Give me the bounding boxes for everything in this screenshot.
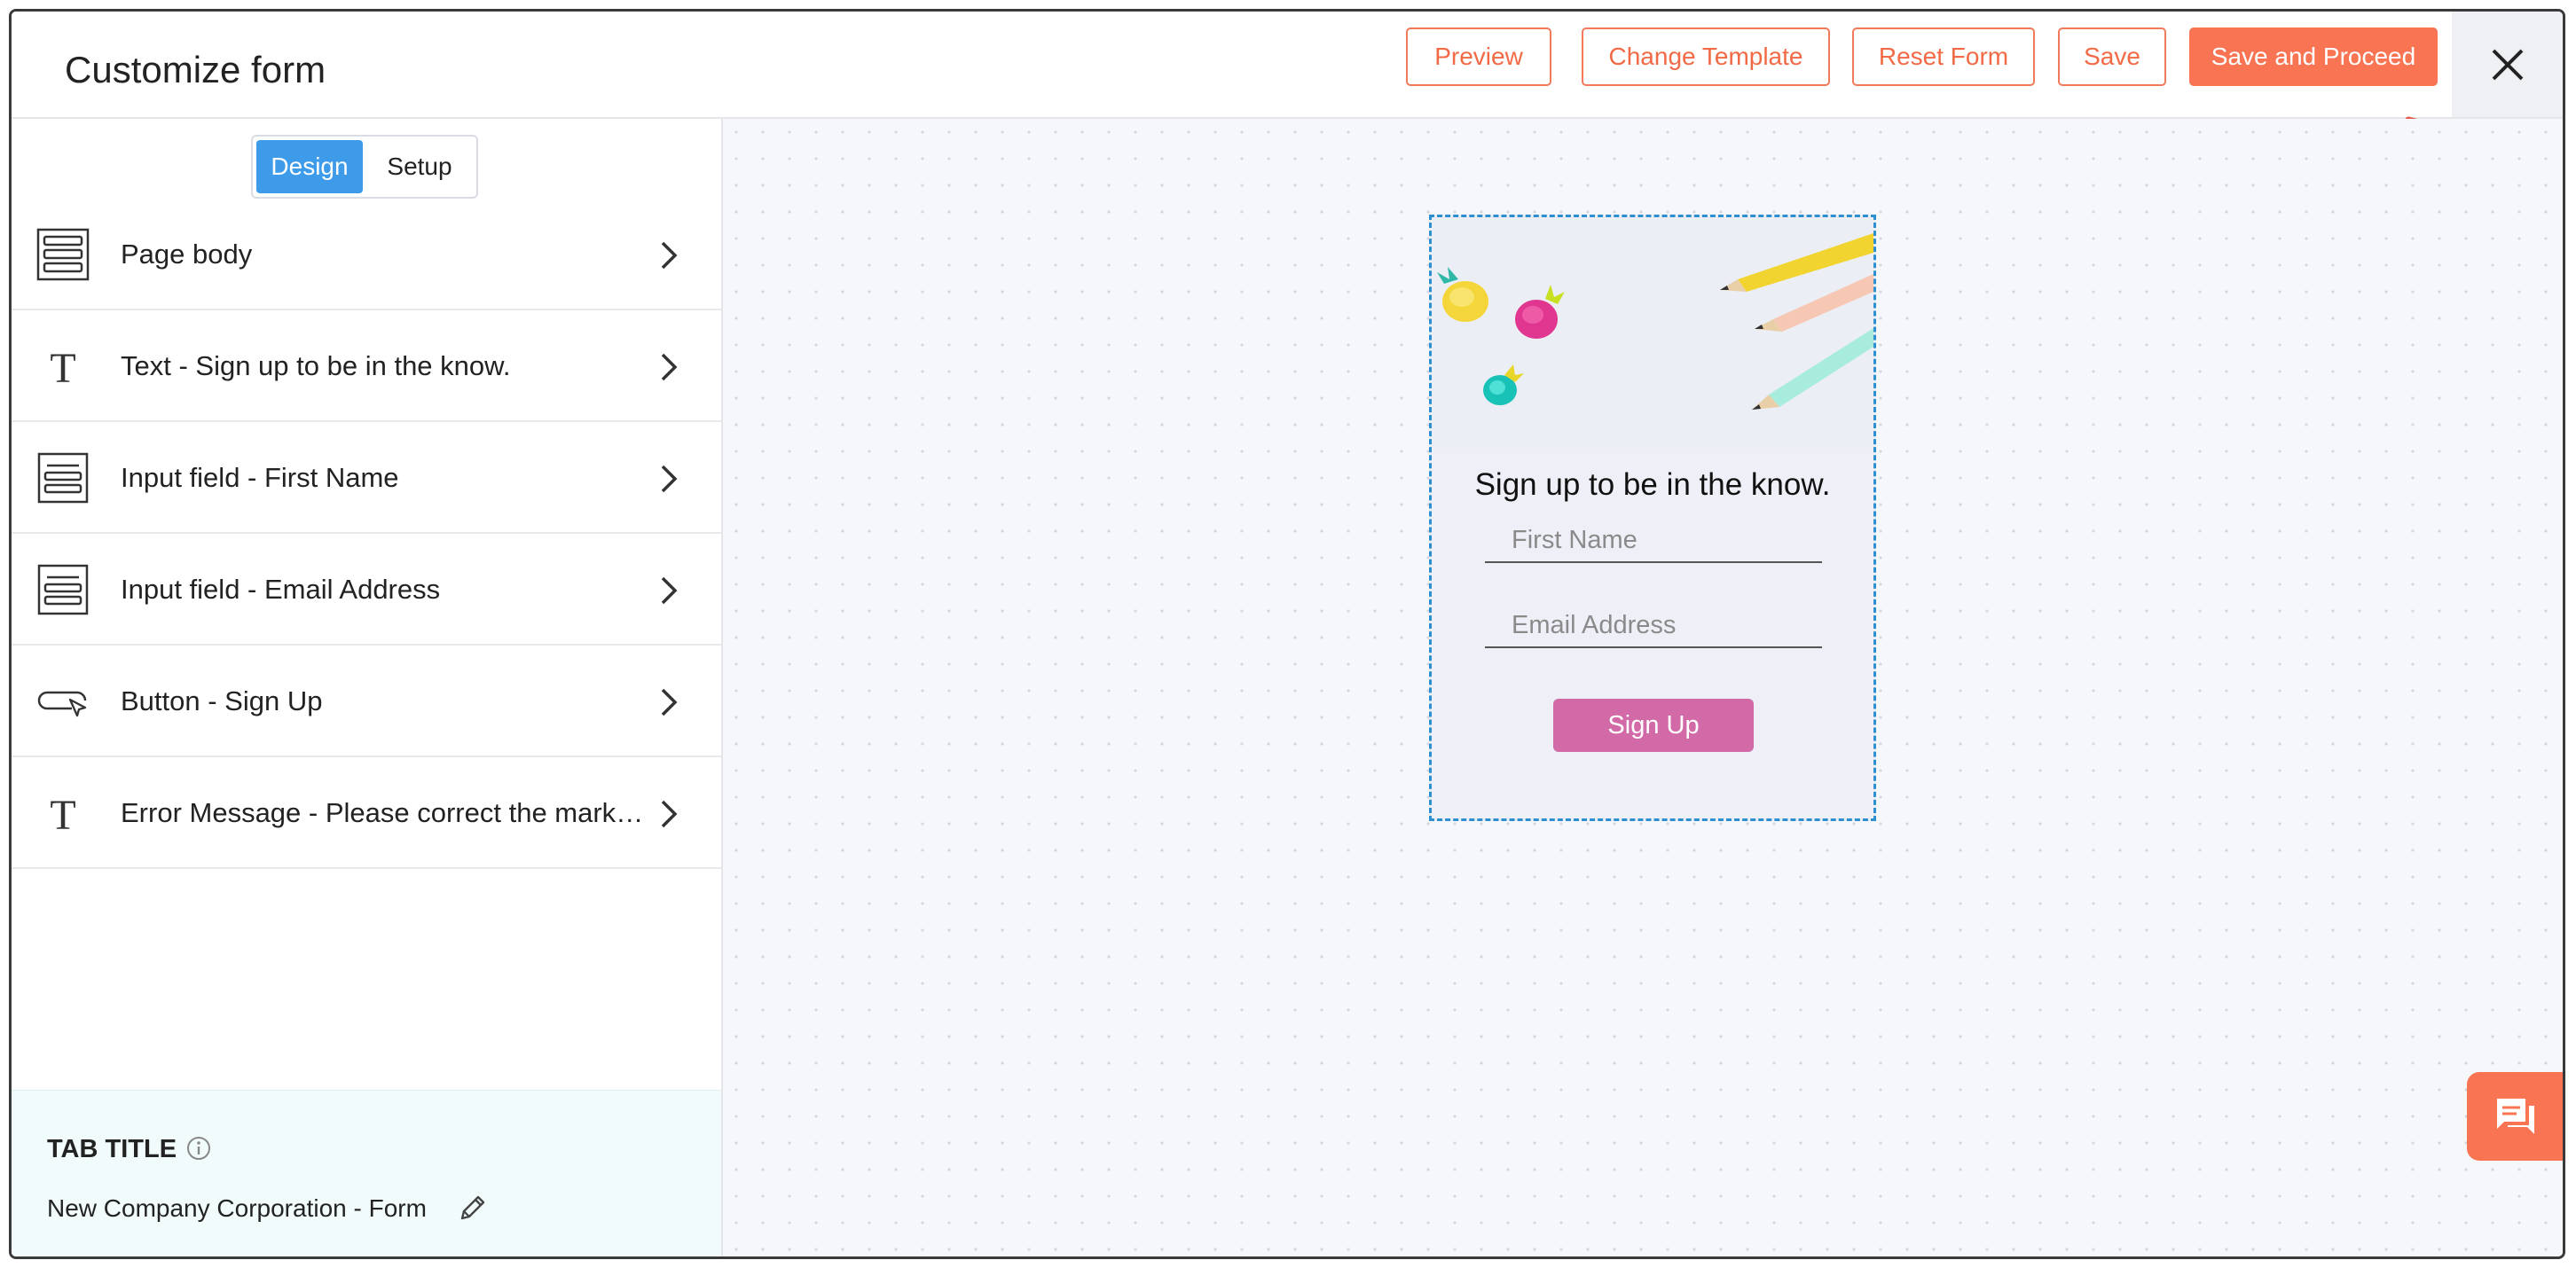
sidebar-item-label: Input field - First Name	[121, 462, 399, 493]
sidebar-item-label: Button - Sign Up	[121, 685, 323, 716]
sidebar-item-label: Page body	[121, 239, 253, 270]
sidebar-item-email-address[interactable]: Input field - Email Address	[12, 536, 721, 646]
text-icon: T	[36, 787, 90, 840]
input-field-icon	[36, 451, 90, 505]
app-window: Customize form Preview Change Template R…	[9, 9, 2565, 1259]
sidebar-item-page-body[interactable]: Page body	[12, 200, 721, 310]
tab-title-heading: TAB TITLE	[47, 1135, 177, 1163]
svg-text:T: T	[50, 345, 75, 392]
chevron-right-icon	[661, 241, 678, 270]
page-body-icon	[36, 228, 90, 281]
svg-text:T: T	[50, 792, 75, 839]
design-setup-toggle: Design Setup	[251, 135, 478, 199]
chevron-right-icon	[661, 688, 678, 716]
tab-title-value: New Company Corporation - Form	[47, 1194, 427, 1222]
chat-button[interactable]	[2467, 1072, 2563, 1161]
page-title: Customize form	[65, 49, 326, 90]
save-and-proceed-button[interactable]: Save and Proceed	[2189, 27, 2438, 86]
reset-form-button[interactable]: Reset Form	[1852, 27, 2035, 86]
sidebar: Design Setup Page body T Text - Sign up …	[12, 119, 723, 1256]
sign-up-button[interactable]: Sign Up	[1553, 699, 1754, 752]
form-heading: Sign up to be in the know.	[1474, 467, 1831, 502]
preview-button[interactable]: Preview	[1406, 27, 1551, 86]
header-bar: Customize form Preview Change Template R…	[12, 12, 2563, 119]
tab-design[interactable]: Design	[256, 140, 363, 193]
button-icon	[36, 675, 90, 728]
change-template-button[interactable]: Change Template	[1582, 27, 1830, 86]
save-button[interactable]: Save	[2058, 27, 2166, 86]
header-image	[1432, 217, 1873, 448]
email-field[interactable]: Email Address	[1485, 604, 1822, 648]
sidebar-item-sign-up-button[interactable]: Button - Sign Up	[12, 647, 721, 757]
sidebar-item-error-message[interactable]: T Error Message - Please correct the mar…	[12, 759, 721, 869]
first-name-field[interactable]: First Name	[1485, 519, 1822, 563]
sidebar-item-label: Input field - Email Address	[121, 574, 441, 605]
sidebar-item-first-name[interactable]: Input field - First Name	[12, 424, 721, 534]
sidebar-item-label: Text - Sign up to be in the know.	[121, 350, 511, 381]
sidebar-item-text-heading[interactable]: T Text - Sign up to be in the know.	[12, 312, 721, 422]
chevron-right-icon	[661, 353, 678, 381]
tab-title-panel: TAB TITLE New Company Corporation - Form	[12, 1090, 721, 1256]
design-canvas[interactable]: Sign up to be in the know. First Name Em…	[723, 119, 2563, 1256]
chat-icon	[2497, 1099, 2534, 1134]
info-icon[interactable]	[185, 1135, 212, 1162]
close-icon	[2492, 49, 2523, 80]
input-field-icon	[36, 563, 90, 616]
chevron-right-icon	[661, 800, 678, 828]
text-icon: T	[36, 340, 90, 393]
sidebar-item-label: Error Message - Please correct the marke…	[121, 797, 649, 828]
chevron-right-icon	[661, 576, 678, 605]
pencil-edit-icon[interactable]	[457, 1192, 489, 1224]
chevron-right-icon	[661, 465, 678, 493]
form-preview[interactable]: Sign up to be in the know. First Name Em…	[1429, 215, 1876, 821]
tab-setup[interactable]: Setup	[366, 140, 473, 193]
